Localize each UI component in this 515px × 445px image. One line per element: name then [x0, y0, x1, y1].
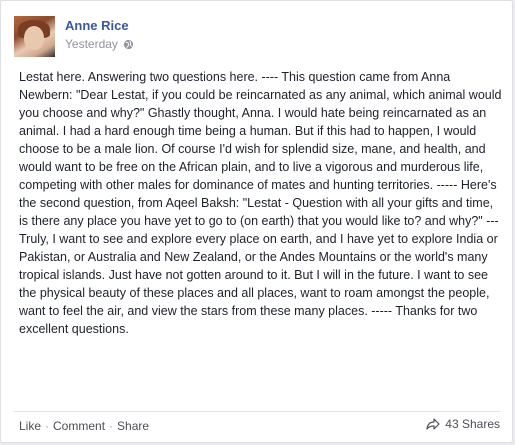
- divider: [13, 411, 500, 412]
- avatar-face: [24, 26, 44, 50]
- post-card: Anne Rice Yesterday Lestat here. Answeri…: [0, 0, 513, 443]
- author-name[interactable]: Anne Rice: [65, 18, 129, 33]
- shares-count-link[interactable]: 43 Shares: [426, 417, 500, 431]
- shares-count: 43 Shares: [445, 417, 500, 431]
- post-body: Lestat here. Answering two questions her…: [19, 70, 502, 336]
- post-meta: Yesterday: [65, 37, 134, 51]
- separator-dot: ·: [109, 419, 114, 433]
- post-actions: Like · Comment · Share: [19, 419, 149, 433]
- share-button[interactable]: Share: [117, 419, 149, 433]
- share-arrow-icon: [426, 418, 440, 430]
- separator-dot: ·: [45, 419, 50, 433]
- globe-icon[interactable]: [123, 39, 134, 50]
- avatar[interactable]: [14, 16, 55, 57]
- comment-button[interactable]: Comment: [53, 419, 105, 433]
- post-timestamp[interactable]: Yesterday: [65, 37, 118, 51]
- like-button[interactable]: Like: [19, 419, 41, 433]
